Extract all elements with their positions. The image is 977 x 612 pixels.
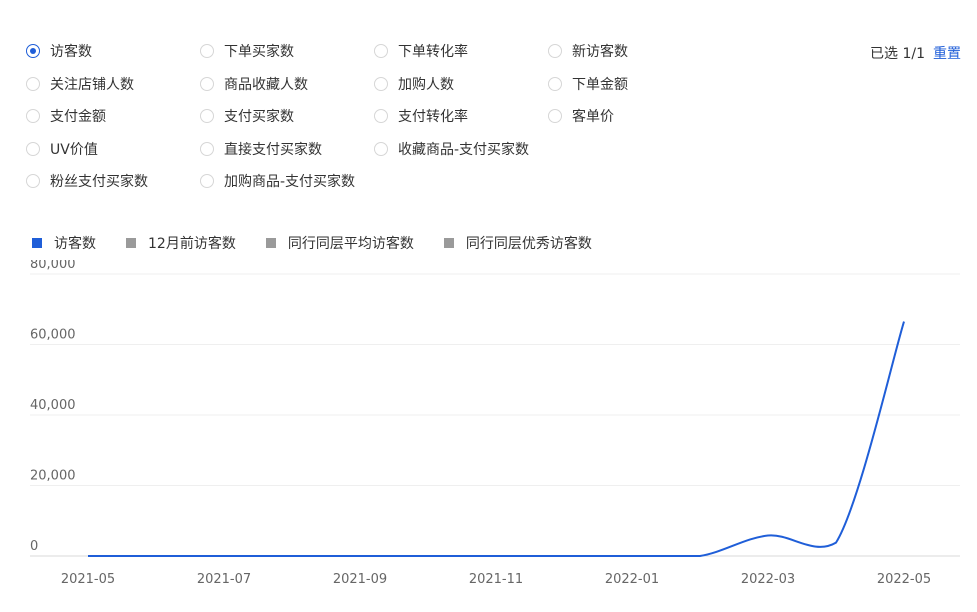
x-tick-label: 2022-03 <box>741 572 795 587</box>
metric-option-label: 支付金额 <box>50 109 106 125</box>
series-lines <box>88 321 905 557</box>
radio-unchecked-icon[interactable] <box>548 109 562 123</box>
radio-unchecked-icon[interactable] <box>374 109 388 123</box>
metric-option[interactable]: 支付买家数 <box>200 101 294 131</box>
radio-unchecked-icon[interactable] <box>200 174 214 188</box>
series-line-visitors[interactable] <box>88 321 905 557</box>
y-tick-label: 80,000 <box>30 260 76 272</box>
x-tick-label: 2021-11 <box>469 572 523 587</box>
y-axis-ticks: 0 20,000 40,000 60,000 80,000 <box>30 260 76 554</box>
metric-option[interactable]: 下单金额 <box>548 69 628 99</box>
legend-swatch-icon <box>443 238 454 248</box>
radio-unchecked-icon[interactable] <box>200 76 214 91</box>
legend-item[interactable]: 访客数 <box>32 233 96 253</box>
metric-option[interactable]: 访客数 <box>26 36 92 66</box>
selection-info: 已选 1/1 重置 <box>870 43 961 63</box>
metric-option-label: 新访客数 <box>572 44 628 60</box>
metric-row: 粉丝支付买家数 加购商品-支付买家数 <box>26 166 646 199</box>
metric-option[interactable]: 加购人数 <box>374 69 454 99</box>
metric-option-label: 支付买家数 <box>224 109 294 125</box>
metric-option[interactable]: 支付转化率 <box>374 101 468 131</box>
metric-option[interactable]: 直接支付买家数 <box>200 134 322 164</box>
metric-option[interactable]: 关注店铺人数 <box>26 69 134 99</box>
y-tick-label: 0 <box>30 539 38 554</box>
radio-unchecked-icon[interactable] <box>26 174 40 188</box>
radio-unchecked-icon[interactable] <box>548 44 562 58</box>
y-tick-label: 60,000 <box>30 328 76 343</box>
x-tick-label: 2021-09 <box>333 572 387 587</box>
x-tick-label: 2021-07 <box>197 572 251 587</box>
x-axis-ticks: 2021-05 2021-07 2021-09 2021-11 2022-01 2022-… <box>61 572 931 587</box>
legend-label: 12月前访客数 <box>148 236 236 252</box>
metric-option[interactable]: 商品收藏人数 <box>200 69 308 99</box>
metric-option[interactable]: 下单买家数 <box>200 36 294 66</box>
radio-unchecked-icon[interactable] <box>200 141 214 156</box>
metric-option[interactable]: 收藏商品-支付买家数 <box>374 134 529 164</box>
x-tick-label: 2022-01 <box>605 572 659 587</box>
x-tick-label: 2022-05 <box>877 572 931 587</box>
radio-checked-icon[interactable] <box>26 44 40 58</box>
radio-unchecked-icon[interactable] <box>26 109 40 123</box>
metric-row: 访客数 下单买家数 下单转化率 新访客数 <box>26 36 646 69</box>
legend-label: 同行同层平均访客数 <box>287 236 414 252</box>
legend-item[interactable]: 同行同层优秀访客数 <box>443 233 592 253</box>
legend-swatch-icon <box>32 238 42 248</box>
metric-option-label: 粉丝支付买家数 <box>50 174 148 190</box>
legend-swatch-icon <box>265 238 276 248</box>
legend-label: 访客数 <box>54 236 96 252</box>
selection-count: 已选 1/1 <box>870 46 925 62</box>
legend-item[interactable]: 12月前访客数 <box>126 233 236 253</box>
x-tick-label: 2021-05 <box>61 572 115 587</box>
metric-option[interactable]: 客单价 <box>548 101 614 131</box>
y-tick-label: 40,000 <box>30 398 76 413</box>
metric-option-label: 下单买家数 <box>224 44 294 60</box>
radio-unchecked-icon[interactable] <box>26 76 40 91</box>
metric-row: UV价值 直接支付买家数 收藏商品-支付买家数 <box>26 134 646 167</box>
metric-option-label: 下单转化率 <box>398 44 468 60</box>
metric-option[interactable]: 粉丝支付买家数 <box>26 166 148 196</box>
reset-button[interactable]: 重置 <box>933 43 961 63</box>
metric-option-label: 客单价 <box>572 109 614 125</box>
chart-legend: 访客数 12月前访客数 同行同层平均访客数 同行同层优秀访客数 <box>32 233 592 253</box>
metric-option-label: UV价值 <box>50 141 98 158</box>
radio-unchecked-icon[interactable] <box>374 76 388 91</box>
metric-option-label: 支付转化率 <box>398 109 468 125</box>
metric-option[interactable]: 新访客数 <box>548 36 628 66</box>
metric-row: 关注店铺人数 商品收藏人数 加购人数 下单金额 <box>26 69 646 102</box>
metric-option-label: 加购人数 <box>398 76 454 93</box>
chart-gridlines <box>30 273 960 557</box>
metric-option-label: 加购商品-支付买家数 <box>224 174 356 190</box>
radio-unchecked-icon[interactable] <box>200 44 214 58</box>
metric-selector: 访客数 下单买家数 下单转化率 新访客数关注店铺人数 商品收藏人数 加购人数 下单金额支付金… <box>26 36 646 199</box>
metric-option-label: 访客数 <box>50 44 92 60</box>
legend-swatch-icon <box>126 238 136 248</box>
metric-option-label: 收藏商品-支付买家数 <box>398 141 530 158</box>
metric-option[interactable]: 下单转化率 <box>374 36 468 66</box>
visitor-trend-chart: 0 20,000 40,000 60,000 80,000 2021-05 2021-07… <box>30 260 960 587</box>
radio-unchecked-icon[interactable] <box>200 109 214 123</box>
radio-unchecked-icon[interactable] <box>26 141 40 156</box>
legend-label: 同行同层优秀访客数 <box>465 236 592 252</box>
metric-option-label: 下单金额 <box>572 76 628 93</box>
legend-item[interactable]: 同行同层平均访客数 <box>265 233 414 253</box>
radio-unchecked-icon[interactable] <box>548 76 562 91</box>
metric-option[interactable]: 支付金额 <box>26 101 106 131</box>
metric-option-label: 直接支付买家数 <box>224 141 322 158</box>
radio-unchecked-icon[interactable] <box>374 44 388 58</box>
metric-row: 支付金额 支付买家数 支付转化率 客单价 <box>26 101 646 134</box>
metric-option[interactable]: UV价值 <box>26 134 98 164</box>
metric-option[interactable]: 加购商品-支付买家数 <box>200 166 355 196</box>
metric-option-label: 商品收藏人数 <box>224 76 308 93</box>
y-tick-label: 20,000 <box>30 469 76 484</box>
metric-option-label: 关注店铺人数 <box>50 76 134 93</box>
radio-unchecked-icon[interactable] <box>374 141 388 156</box>
